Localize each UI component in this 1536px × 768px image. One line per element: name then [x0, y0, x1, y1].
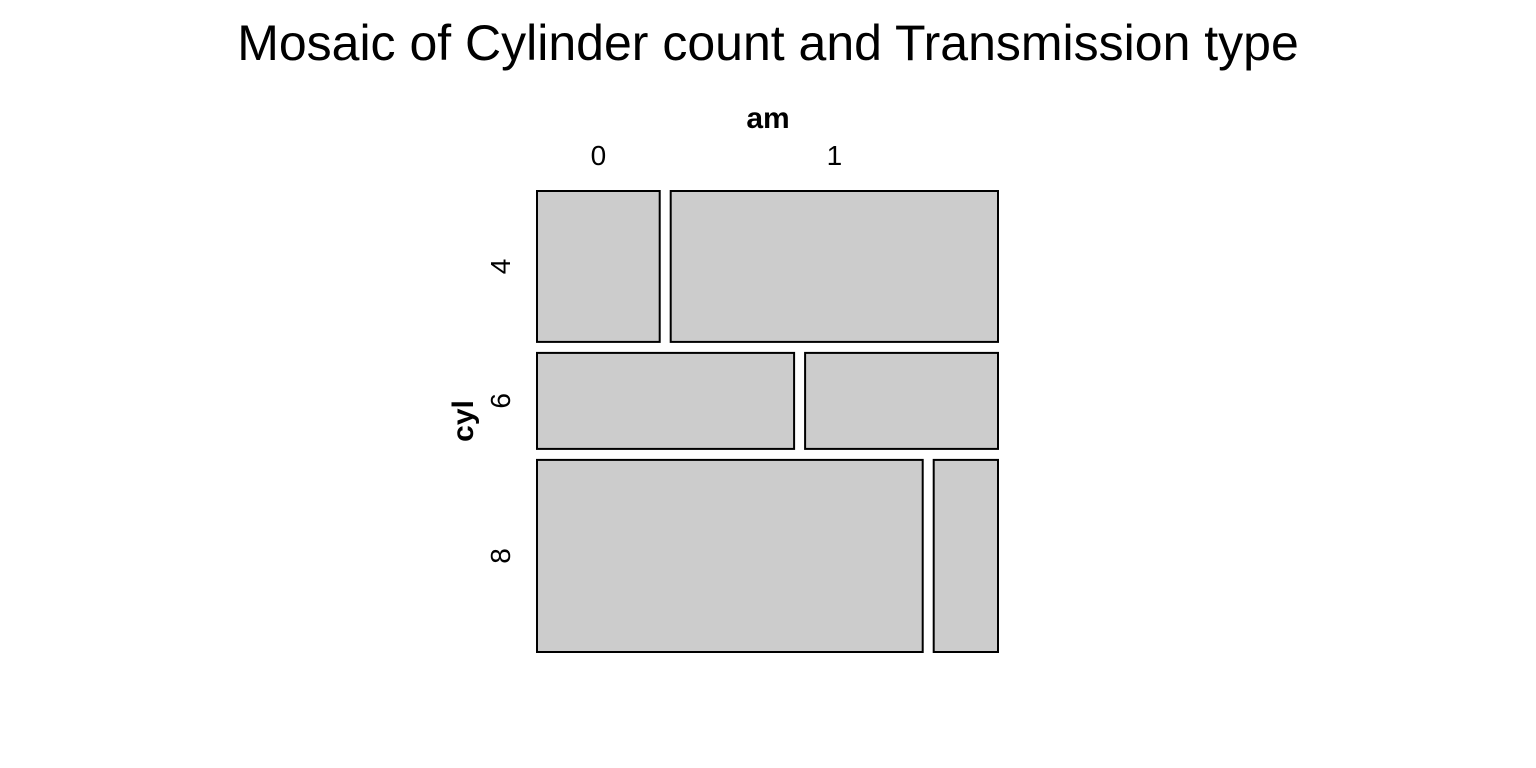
mosaic-tile-cyl-4-am-1	[669, 190, 999, 343]
mosaic-tile-cyl-6-am-1	[804, 351, 999, 450]
y-axis-title: cyl	[447, 400, 480, 442]
row-tick-label: 8	[485, 548, 516, 564]
mosaic-chart: Mosaic of Cylinder count and Transmissio…	[237, 15, 1299, 653]
chart-title: Mosaic of Cylinder count and Transmissio…	[237, 15, 1299, 71]
column-tick-label: 1	[827, 140, 843, 171]
mosaic-tile-cyl-8-am-0	[536, 458, 924, 653]
mosaic-tiles	[536, 190, 1000, 653]
x-axis-title: am	[746, 102, 789, 135]
row-tick-label: 6	[485, 393, 516, 409]
row-tick-labels: 4 6 8	[485, 259, 516, 564]
mosaic-tile-cyl-4-am-0	[536, 190, 661, 343]
row-tick-label: 4	[485, 259, 516, 275]
mosaic-tile-cyl-8-am-1	[932, 458, 1000, 653]
mosaic-tile-cyl-6-am-0	[536, 351, 796, 450]
column-tick-label: 0	[591, 140, 607, 171]
column-tick-labels: 01	[591, 140, 843, 171]
